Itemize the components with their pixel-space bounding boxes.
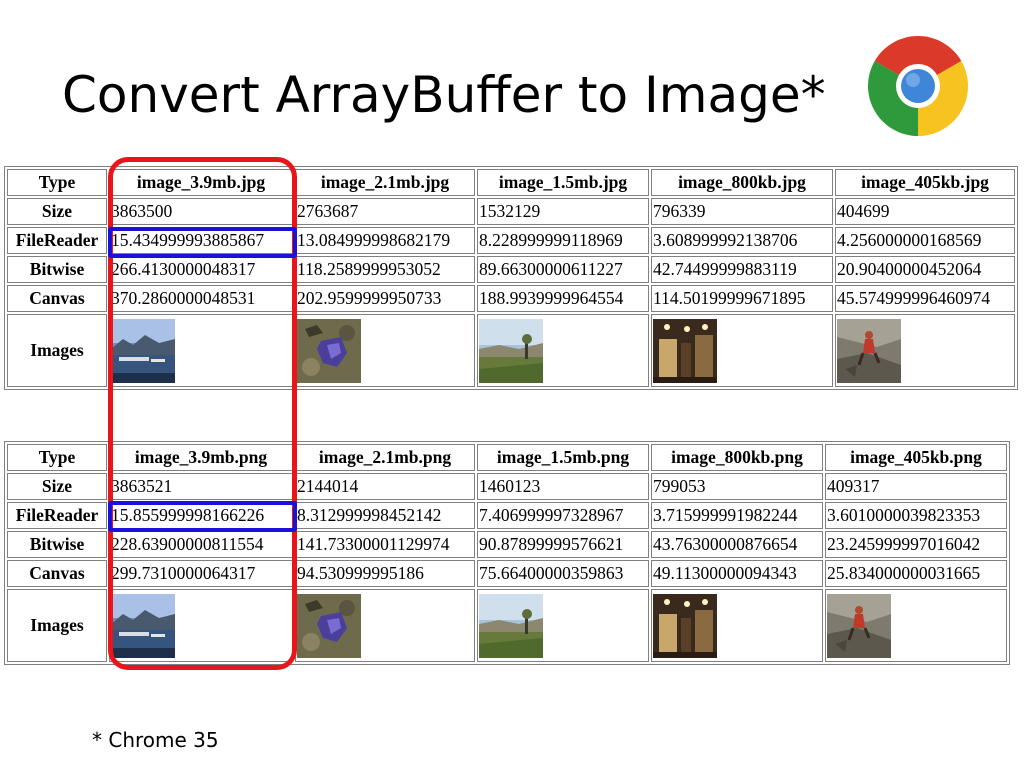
canvas-cell: 202.9599999950733 bbox=[295, 285, 475, 312]
canvas-cell: 49.11300000094343 bbox=[651, 560, 823, 587]
size-cell: 3863500 bbox=[109, 198, 293, 225]
image-cell bbox=[825, 589, 1007, 662]
bitwise-cell: 23.245999997016042 bbox=[825, 531, 1007, 558]
room-thumbnail bbox=[653, 593, 717, 658]
bitwise-cell: 89.66300000611227 bbox=[477, 256, 649, 283]
row-label-size: Size bbox=[7, 473, 107, 500]
filereader-cell: 3.6010000039823353 bbox=[825, 502, 1007, 529]
row-label-type: Type bbox=[7, 444, 107, 471]
size-cell: 409317 bbox=[825, 473, 1007, 500]
filereader-cell: 15.434999993885867 bbox=[109, 227, 293, 254]
table-row: Size 3863521 2144014 1460123 799053 4093… bbox=[7, 473, 1007, 500]
table-row: Images bbox=[7, 589, 1007, 662]
filereader-cell: 13.084999998682179 bbox=[295, 227, 475, 254]
table-row: Canvas 299.7310000064317 94.530999995186… bbox=[7, 560, 1007, 587]
column-header: image_405kb.jpg bbox=[835, 169, 1015, 196]
image-cell bbox=[651, 589, 823, 662]
column-header: image_1.5mb.jpg bbox=[477, 169, 649, 196]
field-thumbnail bbox=[479, 593, 543, 658]
row-label-type: Type bbox=[7, 169, 107, 196]
table-row: Bitwise 228.63900000811554 141.733000011… bbox=[7, 531, 1007, 558]
png-results-table: Type image_3.9mb.png image_2.1mb.png ima… bbox=[4, 441, 1010, 665]
bitwise-cell: 42.74499999883119 bbox=[651, 256, 833, 283]
rock-thumbnail bbox=[297, 593, 361, 658]
filereader-cell: 15.855999998166226 bbox=[109, 502, 293, 529]
footnote: * Chrome 35 bbox=[92, 728, 219, 752]
bitwise-cell: 118.2589999953052 bbox=[295, 256, 475, 283]
row-label-images: Images bbox=[7, 314, 107, 387]
size-cell: 2144014 bbox=[295, 473, 475, 500]
filereader-cell: 8.228999999118969 bbox=[477, 227, 649, 254]
column-header: image_2.1mb.png bbox=[295, 444, 475, 471]
image-cell bbox=[295, 314, 475, 387]
canvas-cell: 114.50199999671895 bbox=[651, 285, 833, 312]
image-cell bbox=[109, 314, 293, 387]
canvas-cell: 370.2860000048531 bbox=[109, 285, 293, 312]
room-thumbnail bbox=[653, 318, 717, 383]
table-row: FileReader 15.855999998166226 8.31299999… bbox=[7, 502, 1007, 529]
chrome-logo-icon bbox=[868, 36, 968, 136]
bitwise-cell: 266.4130000048317 bbox=[109, 256, 293, 283]
row-label-filereader: FileReader bbox=[7, 502, 107, 529]
row-label-bitwise: Bitwise bbox=[7, 531, 107, 558]
table-row: Type image_3.9mb.png image_2.1mb.png ima… bbox=[7, 444, 1007, 471]
slide-title: Convert ArrayBuffer to Image* bbox=[62, 66, 826, 124]
size-cell: 3863521 bbox=[109, 473, 293, 500]
climber-thumbnail bbox=[827, 593, 891, 658]
image-cell bbox=[651, 314, 833, 387]
harbor-thumbnail bbox=[111, 593, 175, 658]
canvas-cell: 25.834000000031665 bbox=[825, 560, 1007, 587]
column-header: image_800kb.jpg bbox=[651, 169, 833, 196]
bitwise-cell: 141.73300001129974 bbox=[295, 531, 475, 558]
size-cell: 404699 bbox=[835, 198, 1015, 225]
table-row: Size 3863500 2763687 1532129 796339 4046… bbox=[7, 198, 1015, 225]
image-cell bbox=[835, 314, 1015, 387]
bitwise-cell: 228.63900000811554 bbox=[109, 531, 293, 558]
jpg-results-table: Type image_3.9mb.jpg image_2.1mb.jpg ima… bbox=[4, 166, 1018, 390]
column-header: image_3.9mb.png bbox=[109, 444, 293, 471]
image-cell bbox=[477, 314, 649, 387]
bitwise-cell: 20.90400000452064 bbox=[835, 256, 1015, 283]
size-cell: 796339 bbox=[651, 198, 833, 225]
rock-thumbnail bbox=[297, 318, 361, 383]
filereader-cell: 7.406999997328967 bbox=[477, 502, 649, 529]
canvas-cell: 45.574999996460974 bbox=[835, 285, 1015, 312]
field-thumbnail bbox=[479, 318, 543, 383]
row-label-filereader: FileReader bbox=[7, 227, 107, 254]
table-row: Type image_3.9mb.jpg image_2.1mb.jpg ima… bbox=[7, 169, 1015, 196]
canvas-cell: 299.7310000064317 bbox=[109, 560, 293, 587]
filereader-cell: 4.256000000168569 bbox=[835, 227, 1015, 254]
row-label-size: Size bbox=[7, 198, 107, 225]
filereader-cell: 3.715999991982244 bbox=[651, 502, 823, 529]
canvas-cell: 188.9939999964554 bbox=[477, 285, 649, 312]
column-header: image_3.9mb.jpg bbox=[109, 169, 293, 196]
row-label-images: Images bbox=[7, 589, 107, 662]
climber-thumbnail bbox=[837, 318, 901, 383]
column-header: image_405kb.png bbox=[825, 444, 1007, 471]
row-label-canvas: Canvas bbox=[7, 285, 107, 312]
harbor-thumbnail bbox=[111, 318, 175, 383]
filereader-cell: 3.608999992138706 bbox=[651, 227, 833, 254]
column-header: image_2.1mb.jpg bbox=[295, 169, 475, 196]
bitwise-cell: 43.76300000876654 bbox=[651, 531, 823, 558]
column-header: image_800kb.png bbox=[651, 444, 823, 471]
table-row: Canvas 370.2860000048531 202.95999999507… bbox=[7, 285, 1015, 312]
row-label-bitwise: Bitwise bbox=[7, 256, 107, 283]
size-cell: 1460123 bbox=[477, 473, 649, 500]
row-label-canvas: Canvas bbox=[7, 560, 107, 587]
size-cell: 799053 bbox=[651, 473, 823, 500]
bitwise-cell: 90.87899999576621 bbox=[477, 531, 649, 558]
canvas-cell: 75.66400000359863 bbox=[477, 560, 649, 587]
column-header: image_1.5mb.png bbox=[477, 444, 649, 471]
image-cell bbox=[109, 589, 293, 662]
canvas-cell: 94.530999995186 bbox=[295, 560, 475, 587]
size-cell: 2763687 bbox=[295, 198, 475, 225]
table-row: Bitwise 266.4130000048317 118.2589999953… bbox=[7, 256, 1015, 283]
table-row: Images bbox=[7, 314, 1015, 387]
table-row: FileReader 15.434999993885867 13.0849999… bbox=[7, 227, 1015, 254]
image-cell bbox=[295, 589, 475, 662]
size-cell: 1532129 bbox=[477, 198, 649, 225]
image-cell bbox=[477, 589, 649, 662]
filereader-cell: 8.312999998452142 bbox=[295, 502, 475, 529]
